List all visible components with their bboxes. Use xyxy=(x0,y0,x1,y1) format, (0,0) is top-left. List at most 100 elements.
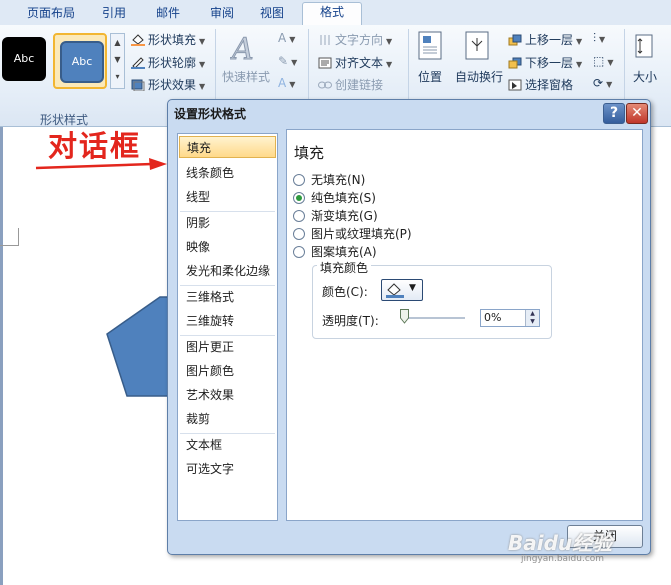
tab-review[interactable]: 审阅 xyxy=(202,4,242,25)
shape-style-blue: Abc xyxy=(60,41,104,83)
radio-gradient-fill[interactable]: 渐变填充(G) xyxy=(293,207,378,224)
paint-bucket-icon xyxy=(386,283,404,298)
create-link-button[interactable]: 创建链接 xyxy=(318,76,383,93)
style-gallery-scroll[interactable]: ▲ ▼ ▾ xyxy=(110,33,125,89)
tab-page-layout[interactable]: 页面布局 xyxy=(20,4,82,25)
tab-format[interactable]: 格式 xyxy=(302,2,362,27)
text-outline-icon[interactable]: ✎ ▼ xyxy=(278,54,297,68)
shape-outline-button[interactable]: 形状轮廓 ▼ xyxy=(131,54,205,71)
tab-mailings[interactable]: 邮件 xyxy=(148,4,188,25)
baidu-watermark: Baidu经验 xyxy=(508,531,613,555)
fill-panel: 填充 无填充(N) 纯色填充(S) 渐变填充(G) 图片或纹理填充(P) 图案填… xyxy=(286,129,643,521)
bring-forward-button[interactable]: 上移一层 ▼ xyxy=(508,31,582,48)
category-list: 填充 线条颜色 线型 阴影 映像 发光和柔化边缘 三维格式 三维旋转 图片更正 … xyxy=(177,133,278,521)
rotate-icon[interactable]: ⟳ ▼ xyxy=(593,76,612,90)
wrap-text-button[interactable]: 自动换行 xyxy=(455,68,503,85)
selection-pane-label: 选择窗格 xyxy=(525,78,574,92)
spinner-arrows-icon[interactable]: ▲ ▼ xyxy=(525,310,539,326)
help-button[interactable]: ? xyxy=(603,103,625,124)
size-icon[interactable] xyxy=(632,33,656,64)
align-text-label: 对齐文本 xyxy=(335,56,384,70)
shape-style-selected-frame[interactable]: Abc xyxy=(53,33,107,89)
svg-text:A: A xyxy=(230,32,254,65)
radio-circle-icon xyxy=(293,246,305,258)
wrap-text-label: 自动换行 xyxy=(455,70,504,84)
transparency-slider-thumb[interactable] xyxy=(400,309,409,324)
radio-label: 无填充(N) xyxy=(311,173,366,187)
text-direction-label: 文字方向 xyxy=(335,33,384,47)
nav-item-reflection[interactable]: 映像 xyxy=(179,236,276,258)
nav-item-line-color[interactable]: 线条颜色 xyxy=(179,162,276,184)
send-backward-button[interactable]: 下移一层 ▼ xyxy=(508,54,582,71)
transparency-spinner[interactable]: 0% ▲ ▼ xyxy=(480,309,540,327)
wordart-a-icon[interactable]: A xyxy=(229,31,264,68)
shape-fill-button[interactable]: 形状填充 ▼ xyxy=(131,31,205,48)
chevron-down-icon: ▼ xyxy=(409,283,416,293)
transparency-value: 0% xyxy=(484,311,502,324)
shape-effects-icon xyxy=(131,79,145,92)
nav-item-picture-color[interactable]: 图片颜色 xyxy=(179,360,276,382)
ribbon-tab-bar: 页面布局 引用 邮件 审阅 视图 格式 xyxy=(0,0,671,27)
radio-solid-fill[interactable]: 纯色填充(S) xyxy=(293,189,376,206)
color-label: 颜色(C): xyxy=(322,285,368,299)
format-shape-dialog: 设置形状格式 ? ✕ 填充 线条颜色 线型 阴影 映像 发光和柔化边缘 三维格式… xyxy=(167,99,651,555)
group-icon[interactable]: ⬚ ▼ xyxy=(593,54,614,68)
radio-picture-texture-fill[interactable]: 图片或纹理填充(P) xyxy=(293,225,412,242)
position-button[interactable]: 位置 xyxy=(418,68,442,85)
close-icon[interactable]: ✕ xyxy=(626,103,648,124)
align-text-button[interactable]: 对齐文本 ▼ xyxy=(318,54,392,71)
tab-references[interactable]: 引用 xyxy=(94,4,134,25)
nav-item-crop[interactable]: 裁剪 xyxy=(179,408,276,430)
selection-pane-button[interactable]: 选择窗格 xyxy=(508,76,573,93)
pen-icon xyxy=(131,57,145,69)
nav-item-glow-soft-edges[interactable]: 发光和柔化边缘 xyxy=(179,260,276,282)
align-icon[interactable]: ⫶ ▼ xyxy=(593,31,605,46)
radio-no-fill[interactable]: 无填充(N) xyxy=(293,171,365,188)
transparency-slider-track[interactable] xyxy=(405,317,465,319)
text-direction-icon xyxy=(318,34,332,46)
radio-circle-icon xyxy=(293,228,305,240)
bring-forward-label: 上移一层 xyxy=(525,33,574,47)
margin-mark xyxy=(18,228,19,246)
color-picker-button[interactable]: ▼ xyxy=(381,279,423,301)
wrap-text-icon[interactable] xyxy=(465,31,491,64)
size-button[interactable]: 大小 xyxy=(633,68,657,85)
nav-item-3d-rotation[interactable]: 三维旋转 xyxy=(179,310,276,332)
radio-selected-icon xyxy=(293,192,305,204)
tab-view[interactable]: 视图 xyxy=(252,4,292,25)
text-effects-icon[interactable]: A ▼ xyxy=(278,76,295,90)
document-edge xyxy=(0,127,3,585)
fill-color-group-label: 填充颜色 xyxy=(317,259,372,276)
radio-circle-icon xyxy=(293,210,305,222)
nav-item-artistic-effects[interactable]: 艺术效果 xyxy=(179,384,276,406)
margin-mark xyxy=(0,245,18,246)
quick-styles-label: 快速样式 xyxy=(222,70,271,84)
quick-styles-button[interactable]: 快速样式 xyxy=(222,68,270,85)
radio-label: 纯色填充(S) xyxy=(311,191,376,205)
shape-outline-label: 形状轮廓 xyxy=(148,56,197,70)
bring-forward-icon xyxy=(508,34,522,46)
radio-pattern-fill[interactable]: 图案填充(A) xyxy=(293,243,377,260)
nav-item-picture-corrections[interactable]: 图片更正 xyxy=(179,336,276,358)
shape-style-black[interactable]: Abc xyxy=(2,37,46,81)
nav-item-line-style[interactable]: 线型 xyxy=(179,186,276,208)
position-label: 位置 xyxy=(418,70,443,84)
nav-item-fill[interactable]: 填充 xyxy=(179,136,276,158)
create-link-label: 创建链接 xyxy=(335,78,384,92)
text-direction-button[interactable]: 文字方向 ▼ xyxy=(318,31,392,48)
selection-pane-icon xyxy=(508,79,522,91)
position-icon[interactable] xyxy=(418,31,444,64)
text-fill-icon[interactable]: A ▼ xyxy=(278,31,295,45)
nav-item-shadow[interactable]: 阴影 xyxy=(179,212,276,234)
align-text-icon xyxy=(318,57,332,69)
send-backward-label: 下移一层 xyxy=(525,56,574,70)
nav-item-text-box[interactable]: 文本框 xyxy=(179,434,276,456)
dialog-title: 设置形状格式 xyxy=(174,107,247,121)
nav-item-3d-format[interactable]: 三维格式 xyxy=(179,286,276,308)
radio-label: 图案填充(A) xyxy=(311,245,377,259)
shape-effects-button[interactable]: 形状效果 ▼ xyxy=(131,76,205,93)
pentagon-shape[interactable] xyxy=(105,296,175,398)
paint-bucket-icon xyxy=(131,34,145,46)
link-icon xyxy=(318,79,332,91)
nav-item-alt-text[interactable]: 可选文字 xyxy=(179,458,276,480)
